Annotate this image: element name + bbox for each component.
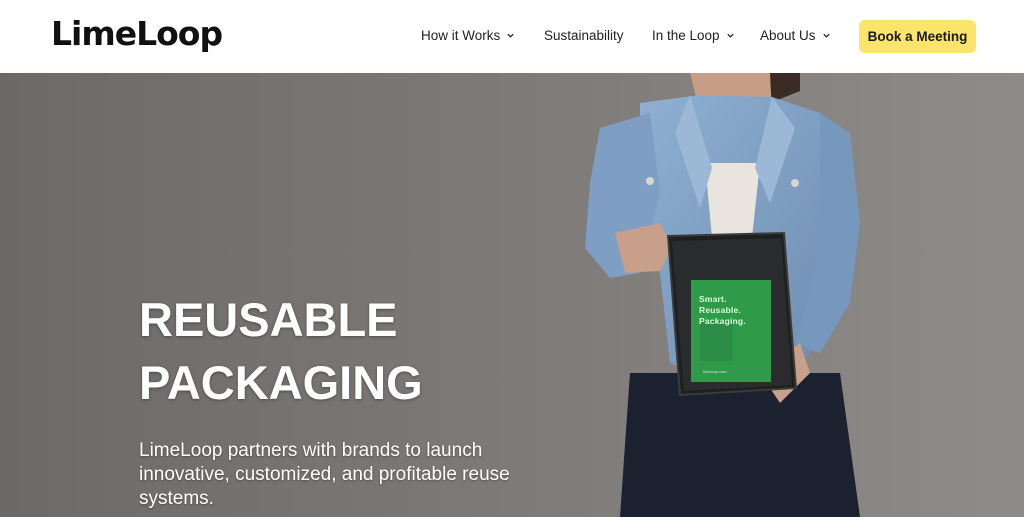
nav-sustainability-label: Sustainability bbox=[544, 28, 624, 43]
chevron-down-icon bbox=[507, 33, 514, 38]
nav-how-it-works[interactable]: How it Works bbox=[421, 28, 515, 43]
nav-in-the-loop-label: In the Loop bbox=[652, 28, 720, 43]
hero-title-line-1: REUSABLE bbox=[139, 293, 398, 346]
book-meeting-button[interactable]: Book a Meeting bbox=[859, 20, 976, 53]
nav-about-us[interactable]: About Us bbox=[760, 28, 831, 43]
chevron-down-icon bbox=[822, 33, 830, 38]
nav-sustainability[interactable]: Sustainability bbox=[544, 28, 624, 43]
package-text-2: Reusable. bbox=[699, 305, 741, 315]
package-text-3: Packaging. bbox=[699, 316, 746, 326]
nav-how-it-works-label: How it Works bbox=[421, 28, 501, 43]
hero-subtitle: LimeLoop partners with brands to launch … bbox=[139, 440, 510, 509]
hero-title-line-2: PACKAGING bbox=[139, 356, 423, 409]
package-url: limeloop.com bbox=[703, 369, 727, 374]
nav-about-us-label: About Us bbox=[760, 28, 816, 43]
nav-in-the-loop[interactable]: In the Loop bbox=[652, 28, 735, 43]
logo[interactable]: LimeLoop bbox=[51, 14, 223, 54]
hero-title: REUSABLE PACKAGING bbox=[139, 288, 559, 414]
chevron-down-icon bbox=[726, 33, 734, 38]
hero-section: Smart. Reusable. Packaging. limeloop.com… bbox=[0, 73, 1024, 517]
site-header: LimeLoop How it Works Sustainability In … bbox=[0, 0, 1024, 73]
package-text-1: Smart. bbox=[699, 294, 727, 304]
